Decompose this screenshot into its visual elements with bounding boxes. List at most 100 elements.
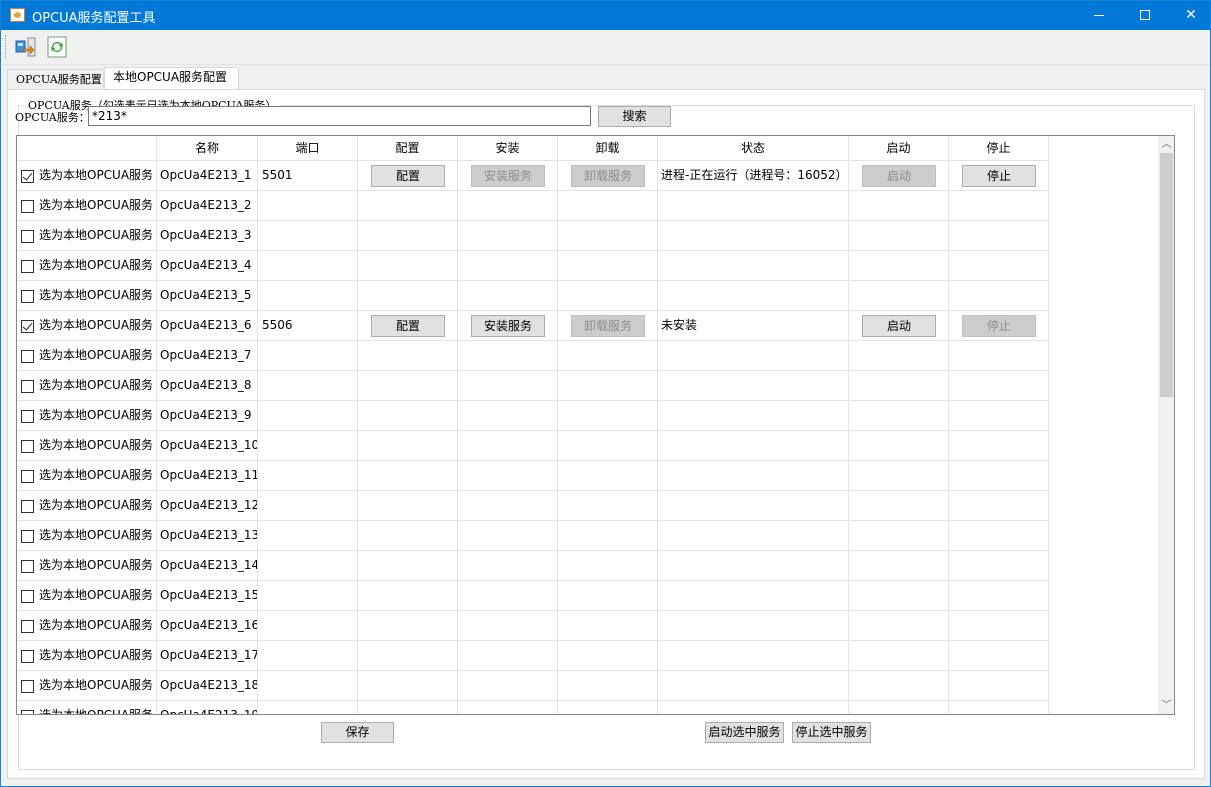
select-cell[interactable]: 选为本地OPCUA服务 bbox=[17, 581, 157, 611]
select-checkbox-label[interactable]: 选为本地OPCUA服务 bbox=[39, 491, 153, 520]
stop-cell bbox=[949, 431, 1049, 461]
tab-opcua-config[interactable]: OPCUA服务配置 bbox=[7, 69, 104, 89]
stop-cell bbox=[949, 251, 1049, 281]
select-checkbox-label[interactable]: 选为本地OPCUA服务 bbox=[39, 551, 153, 580]
start-selected-button[interactable]: 启动选中服务 bbox=[705, 722, 784, 743]
tab-local-opcua-config[interactable]: 本地OPCUA服务配置 bbox=[104, 67, 239, 89]
start-cell bbox=[849, 431, 949, 461]
select-checkbox[interactable] bbox=[21, 200, 34, 213]
select-checkbox-label[interactable]: 选为本地OPCUA服务 bbox=[39, 671, 153, 700]
select-checkbox[interactable] bbox=[21, 320, 34, 333]
select-cell[interactable]: 选为本地OPCUA服务 bbox=[17, 431, 157, 461]
start-button[interactable]: 启动 bbox=[862, 315, 936, 337]
select-checkbox[interactable] bbox=[21, 590, 34, 603]
config-button[interactable]: 配置 bbox=[371, 315, 445, 337]
maximize-button[interactable] bbox=[1122, 1, 1168, 30]
select-checkbox[interactable] bbox=[21, 530, 34, 543]
minimize-button[interactable] bbox=[1076, 1, 1122, 30]
stop-cell bbox=[949, 641, 1049, 671]
select-cell[interactable]: 选为本地OPCUA服务 bbox=[17, 701, 157, 714]
select-checkbox[interactable] bbox=[21, 620, 34, 633]
select-cell[interactable]: 选为本地OPCUA服务 bbox=[17, 671, 157, 701]
table-row: 选为本地OPCUA服务 OpcUa4E213_14 bbox=[17, 550, 1049, 581]
scroll-up-icon[interactable]: ︿ bbox=[1158, 136, 1174, 153]
scroll-down-icon[interactable]: ﹀ bbox=[1158, 697, 1174, 714]
select-checkbox[interactable] bbox=[21, 500, 34, 513]
select-checkbox[interactable] bbox=[21, 260, 34, 273]
select-checkbox[interactable] bbox=[21, 470, 34, 483]
refresh-button[interactable] bbox=[45, 35, 69, 59]
stop-selected-button[interactable]: 停止选中服务 bbox=[792, 722, 871, 743]
select-checkbox[interactable] bbox=[21, 650, 34, 663]
install-button[interactable]: 安装服务 bbox=[471, 315, 545, 337]
select-cell[interactable]: 选为本地OPCUA服务 bbox=[17, 401, 157, 431]
select-cell[interactable]: 选为本地OPCUA服务 bbox=[17, 221, 157, 251]
select-checkbox-label[interactable]: 选为本地OPCUA服务 bbox=[39, 341, 153, 370]
select-checkbox[interactable] bbox=[21, 560, 34, 573]
select-checkbox-label[interactable]: 选为本地OPCUA服务 bbox=[39, 371, 153, 400]
install-cell bbox=[458, 491, 558, 521]
select-checkbox-label[interactable]: 选为本地OPCUA服务 bbox=[39, 191, 153, 220]
select-checkbox-label[interactable]: 选为本地OPCUA服务 bbox=[39, 701, 153, 714]
service-grid: 名称 端口 配置 安装 卸载 状态 启动 停止 选为本地OPCUA服务 OpcUa… bbox=[16, 135, 1175, 715]
select-checkbox-label[interactable]: 选为本地OPCUA服务 bbox=[39, 401, 153, 430]
select-checkbox[interactable] bbox=[21, 290, 34, 303]
select-checkbox-label[interactable]: 选为本地OPCUA服务 bbox=[39, 521, 153, 550]
select-checkbox-label[interactable]: 选为本地OPCUA服务 bbox=[39, 221, 153, 250]
select-cell[interactable]: 选为本地OPCUA服务 bbox=[17, 641, 157, 671]
select-cell[interactable]: 选为本地OPCUA服务 bbox=[17, 491, 157, 521]
select-checkbox-label[interactable]: 选为本地OPCUA服务 bbox=[39, 281, 153, 310]
uninstall-button[interactable]: 卸载服务 bbox=[571, 315, 645, 337]
start-button[interactable]: 启动 bbox=[862, 165, 936, 187]
select-cell[interactable]: 选为本地OPCUA服务 bbox=[17, 521, 157, 551]
select-checkbox-label[interactable]: 选为本地OPCUA服务 bbox=[39, 431, 153, 460]
select-checkbox[interactable] bbox=[21, 440, 34, 453]
search-input[interactable] bbox=[88, 106, 591, 126]
select-cell[interactable]: 选为本地OPCUA服务 bbox=[17, 461, 157, 491]
select-cell[interactable]: 选为本地OPCUA服务 bbox=[17, 311, 157, 341]
select-checkbox[interactable] bbox=[21, 230, 34, 243]
select-cell[interactable]: 选为本地OPCUA服务 bbox=[17, 611, 157, 641]
uninstall-cell bbox=[558, 461, 658, 491]
vertical-scrollbar[interactable]: ︿ ﹀ bbox=[1158, 136, 1174, 714]
select-checkbox[interactable] bbox=[21, 380, 34, 393]
select-cell[interactable]: 选为本地OPCUA服务 bbox=[17, 251, 157, 281]
select-checkbox-label[interactable]: 选为本地OPCUA服务 bbox=[39, 161, 153, 190]
select-cell[interactable]: 选为本地OPCUA服务 bbox=[17, 551, 157, 581]
select-checkbox-label[interactable]: 选为本地OPCUA服务 bbox=[39, 311, 153, 340]
column-header-start: 启动 bbox=[849, 136, 949, 160]
search-button[interactable]: 搜索 bbox=[598, 106, 671, 127]
close-button[interactable]: ✕ bbox=[1168, 1, 1211, 30]
export-button[interactable] bbox=[14, 35, 38, 59]
table-row: 选为本地OPCUA服务 OpcUa4E213_11 bbox=[17, 460, 1049, 491]
table-row: 选为本地OPCUA服务 OpcUa4E213_19 bbox=[17, 700, 1049, 714]
install-button[interactable]: 安装服务 bbox=[471, 165, 545, 187]
install-cell bbox=[458, 641, 558, 671]
stop-button[interactable]: 停止 bbox=[962, 165, 1036, 187]
stop-button[interactable]: 停止 bbox=[962, 315, 1036, 337]
select-checkbox[interactable] bbox=[21, 350, 34, 363]
select-cell[interactable]: 选为本地OPCUA服务 bbox=[17, 161, 157, 191]
select-checkbox-label[interactable]: 选为本地OPCUA服务 bbox=[39, 641, 153, 670]
select-checkbox-label[interactable]: 选为本地OPCUA服务 bbox=[39, 461, 153, 490]
save-button[interactable]: 保存 bbox=[321, 722, 394, 743]
port-cell bbox=[258, 551, 358, 581]
start-cell bbox=[849, 701, 949, 714]
scroll-thumb[interactable] bbox=[1160, 153, 1173, 397]
select-checkbox[interactable] bbox=[21, 680, 34, 693]
config-button[interactable]: 配置 bbox=[371, 165, 445, 187]
status-cell bbox=[658, 191, 849, 221]
select-checkbox-label[interactable]: 选为本地OPCUA服务 bbox=[39, 251, 153, 280]
select-cell[interactable]: 选为本地OPCUA服务 bbox=[17, 371, 157, 401]
toolbar-grip[interactable] bbox=[5, 35, 8, 59]
select-checkbox[interactable] bbox=[21, 710, 34, 714]
select-cell[interactable]: 选为本地OPCUA服务 bbox=[17, 341, 157, 371]
select-checkbox-label[interactable]: 选为本地OPCUA服务 bbox=[39, 581, 153, 610]
title-bar[interactable]: OPCUA服务配置工具 ✕ bbox=[1, 1, 1210, 30]
select-cell[interactable]: 选为本地OPCUA服务 bbox=[17, 191, 157, 221]
select-cell[interactable]: 选为本地OPCUA服务 bbox=[17, 281, 157, 311]
select-checkbox-label[interactable]: 选为本地OPCUA服务 bbox=[39, 611, 153, 640]
select-checkbox[interactable] bbox=[21, 410, 34, 423]
select-checkbox[interactable] bbox=[21, 170, 34, 183]
uninstall-button[interactable]: 卸载服务 bbox=[571, 165, 645, 187]
